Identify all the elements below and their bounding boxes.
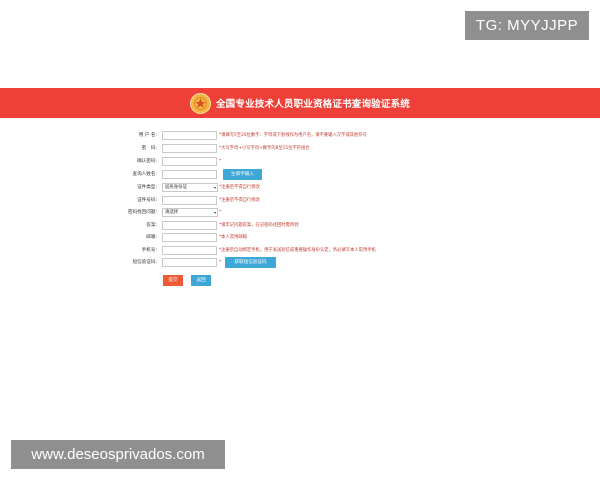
label-real-name: 查询人姓名: — [132, 172, 157, 177]
security-question-select[interactable]: 请选择 ▾ — [162, 208, 218, 217]
label-mobile: 手机号: — [141, 248, 157, 253]
hint-email: *本人常用邮箱 — [219, 235, 247, 240]
row-password: 密 码: *大写字母+小写字母+数字的8至15位字符组合 — [0, 144, 600, 154]
get-sms-code-button[interactable]: 获取短信验证码 — [225, 257, 276, 268]
submit-button[interactable]: 提交 — [163, 275, 183, 286]
password-input[interactable] — [162, 144, 217, 153]
mobile-input[interactable] — [162, 246, 217, 255]
sms-code-input[interactable] — [162, 258, 217, 267]
row-username: 用 户 名: *请填写5至20位数字、字母或下划线作为用户名，请不要输入汉字或其… — [0, 131, 600, 141]
rare-char-input-button[interactable]: 生僻字输入 — [223, 169, 262, 180]
label-email: 邮箱: — [146, 235, 157, 240]
hint-security-question: * — [219, 210, 222, 215]
row-confirm-password: 确认密码: * — [0, 157, 600, 167]
chevron-down-icon: ▾ — [213, 210, 216, 215]
row-id-type: 证件类型: 居民身份证 ▾ *注册后不得自行修改 — [0, 183, 600, 193]
label-password: 密 码: — [141, 146, 157, 151]
row-real-name: 查询人姓名: 生僻字输入 — [0, 169, 600, 180]
watermark-bottom: www.deseosprivados.com — [11, 440, 225, 469]
id-type-selected: 居民身份证 — [165, 185, 187, 190]
hint-confirm-password: * — [219, 159, 222, 164]
label-answer: 答案: — [146, 223, 157, 228]
hint-answer: *请牢记问题答案，在记密码找回时需用到 — [219, 223, 299, 228]
label-sms-code: 短信验证码: — [132, 260, 157, 265]
label-confirm-password: 确认密码: — [137, 159, 157, 164]
row-sms-code: 短信验证码: * 获取短信验证码 — [0, 257, 600, 268]
return-button[interactable]: 返回 — [191, 275, 211, 286]
row-id-number: 证件号码: *注册后不得自行修改 — [0, 196, 600, 206]
label-security-question: 密码找回问题: — [127, 210, 157, 215]
security-question-selected: 请选择 — [165, 210, 179, 215]
registration-form: 用 户 名: *请填写5至20位数字、字母或下划线作为用户名，请不要输入汉字或其… — [0, 0, 600, 480]
hint-id-number: *注册后不得自行修改 — [219, 198, 260, 203]
label-username: 用 户 名: — [138, 133, 157, 138]
email-input[interactable] — [162, 233, 217, 242]
chevron-down-icon: ▾ — [213, 185, 216, 190]
id-number-input[interactable] — [162, 196, 217, 205]
hint-mobile: *注册后自动绑定手机，用于发送短信或重要操作身份认定，务必填写本人常用手机 — [219, 248, 376, 253]
hint-sms-code: * — [219, 260, 222, 265]
hint-username: *请填写5至20位数字、字母或下划线作为用户名，请不要输入汉字或其他符号 — [219, 133, 367, 138]
row-answer: 答案: *请牢记问题答案，在记密码找回时需用到 — [0, 221, 600, 231]
label-id-type: 证件类型: — [137, 185, 157, 190]
hint-id-type: *注册后不得自行修改 — [219, 185, 260, 190]
username-input[interactable] — [162, 131, 217, 140]
row-security-question: 密码找回问题: 请选择 ▾ * — [0, 208, 600, 218]
row-email: 邮箱: *本人常用邮箱 — [0, 233, 600, 243]
row-mobile: 手机号: *注册后自动绑定手机，用于发送短信或重要操作身份认定，务必填写本人常用… — [0, 246, 600, 256]
hint-password: *大写字母+小写字母+数字的8至15位字符组合 — [219, 146, 310, 151]
real-name-input[interactable] — [162, 170, 217, 179]
answer-input[interactable] — [162, 221, 217, 230]
id-type-select[interactable]: 居民身份证 ▾ — [162, 183, 218, 192]
confirm-password-input[interactable] — [162, 157, 217, 166]
label-id-number: 证件号码: — [137, 198, 157, 203]
